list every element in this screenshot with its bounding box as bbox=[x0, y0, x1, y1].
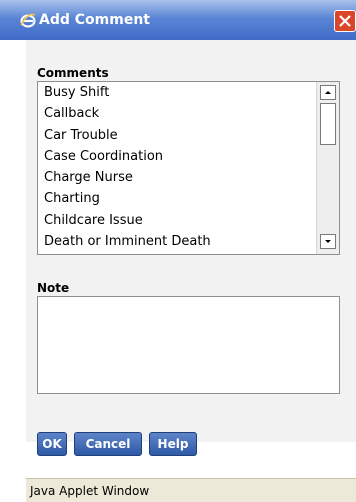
ok-button[interactable]: OK bbox=[37, 432, 67, 456]
list-item[interactable]: Charting bbox=[38, 188, 316, 209]
close-icon bbox=[339, 15, 351, 27]
cancel-button[interactable]: Cancel bbox=[74, 432, 142, 456]
scroll-thumb[interactable] bbox=[320, 103, 336, 145]
list-item[interactable]: Busy Shift bbox=[38, 82, 316, 103]
status-text: Java Applet Window bbox=[30, 484, 150, 498]
list-item[interactable]: Car Trouble bbox=[38, 125, 316, 146]
list-item[interactable]: Death or Imminent Death bbox=[38, 231, 316, 252]
window-titlebar: Add Comment bbox=[0, 0, 356, 40]
scroll-down-button[interactable] bbox=[320, 234, 336, 249]
note-label: Note bbox=[37, 281, 70, 295]
note-textarea[interactable] bbox=[37, 296, 340, 394]
list-item[interactable]: Case Coordination bbox=[38, 146, 316, 167]
scroll-up-button[interactable] bbox=[320, 85, 336, 100]
internet-explorer-icon bbox=[20, 12, 36, 28]
comments-label: Comments bbox=[37, 66, 109, 80]
list-item[interactable]: Childcare Issue bbox=[38, 210, 316, 231]
window-title: Add Comment bbox=[39, 12, 150, 28]
arrow-up-icon bbox=[325, 91, 331, 94]
comments-list: Busy Shift Callback Car Trouble Case Coo… bbox=[38, 82, 316, 254]
comments-scrollbar[interactable] bbox=[316, 82, 339, 254]
comments-listbox[interactable]: Busy Shift Callback Car Trouble Case Coo… bbox=[37, 81, 340, 255]
close-button[interactable] bbox=[334, 10, 356, 32]
arrow-down-icon bbox=[325, 240, 331, 243]
help-button[interactable]: Help bbox=[149, 432, 197, 456]
status-bar: Java Applet Window bbox=[26, 478, 356, 502]
list-item[interactable]: Charge Nurse bbox=[38, 167, 316, 188]
list-item[interactable]: Callback bbox=[38, 103, 316, 124]
